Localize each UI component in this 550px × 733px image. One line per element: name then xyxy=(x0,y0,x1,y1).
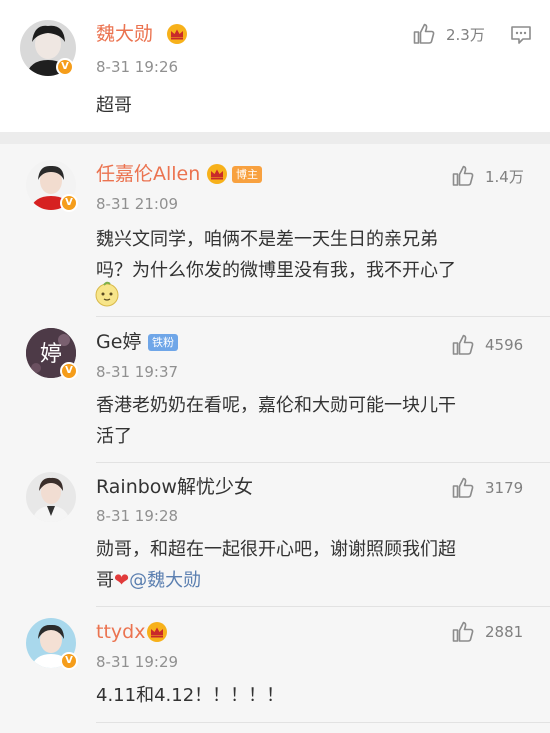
comment-text: 超哥 xyxy=(96,95,132,116)
like-count: 4596 xyxy=(485,336,524,354)
like-count: 1.4万 xyxy=(485,167,524,186)
mention-link[interactable]: @魏大勋 xyxy=(129,570,201,591)
comment-time: 8-31 19:29 xyxy=(96,653,179,671)
like-button[interactable]: 2881 xyxy=(451,620,523,644)
heart-icon: ❤ xyxy=(114,570,130,591)
like-count: 2.3万 xyxy=(446,25,485,44)
username[interactable]: 任嘉伦Allen xyxy=(96,162,200,186)
like-button[interactable]: 2.3万 xyxy=(412,22,485,46)
comment-text: 活了 xyxy=(96,426,132,447)
avatar[interactable] xyxy=(26,472,76,522)
verified-badge-icon: V xyxy=(60,194,78,212)
comment-text: 香港老奶奶在看呢，嘉伦和大勋可能一块儿干 xyxy=(96,395,456,416)
like-button[interactable]: 3179 xyxy=(451,476,523,500)
thumbs-up-icon xyxy=(452,334,474,355)
divider xyxy=(96,462,550,463)
like-count: 3179 xyxy=(485,479,524,497)
section-divider xyxy=(0,132,550,144)
comment-text: 魏兴文同学，咱俩不是差一天生日的亲兄弟 xyxy=(96,229,438,250)
thumbs-up-icon xyxy=(452,477,474,498)
vip-crown-icon xyxy=(207,164,227,184)
like-button[interactable]: 4596 xyxy=(451,333,523,357)
verified-badge-icon: V xyxy=(56,58,74,76)
comment-text: 吗？为什么你发的微博里没有我，我不开心了 xyxy=(96,260,456,281)
blogger-tag: 博主 xyxy=(232,166,262,183)
thumbs-up-icon xyxy=(452,621,474,642)
message-icon[interactable] xyxy=(510,25,532,45)
username[interactable]: Ge婷 xyxy=(96,330,141,354)
replies-list: V 任嘉伦Allen 博主 8-31 21:09 魏兴文同学，咱俩不是差一天生日… xyxy=(0,144,550,733)
emoji-icon xyxy=(95,281,119,307)
comment-text: 哥❤@魏大勋 xyxy=(96,570,202,591)
username[interactable]: Rainbow解忧少女 xyxy=(96,475,253,499)
divider xyxy=(96,722,550,723)
username[interactable]: 魏大勋 xyxy=(96,22,153,46)
like-button[interactable]: 1.4万 xyxy=(451,164,524,188)
comment-time: 8-31 21:09 xyxy=(96,195,179,213)
comment-time: 8-31 19:26 xyxy=(96,58,179,76)
vip-crown-icon xyxy=(147,622,167,642)
divider xyxy=(96,316,550,317)
verified-badge-icon: V xyxy=(60,652,78,670)
fan-tag: 铁粉 xyxy=(148,334,178,351)
username[interactable]: ttydx xyxy=(96,620,145,644)
like-count: 2881 xyxy=(485,623,524,641)
verified-badge-icon: V xyxy=(60,362,78,380)
comment-time: 8-31 19:28 xyxy=(96,507,179,525)
thumbs-up-icon xyxy=(452,165,474,186)
comment-time: 8-31 19:37 xyxy=(96,363,179,381)
vip-crown-icon xyxy=(167,24,187,44)
divider xyxy=(96,606,550,607)
main-comment: V 魏大勋 8-31 19:26 超哥 2.3万 xyxy=(0,0,550,132)
comment-text: 勋哥，和超在一起很开心吧，谢谢照顾我们超 xyxy=(96,539,456,560)
thumbs-up-icon xyxy=(413,23,435,44)
comment-text: 4.11和4.12！！！！！ xyxy=(96,685,285,706)
svg-text:婷: 婷 xyxy=(40,342,62,367)
